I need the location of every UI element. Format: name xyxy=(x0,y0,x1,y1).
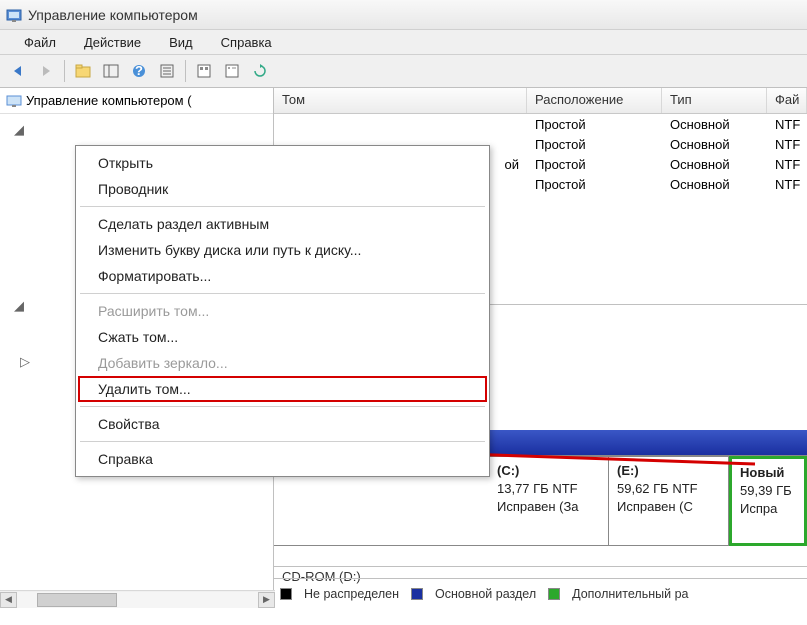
app-icon xyxy=(6,7,22,23)
legend-swatch-extended xyxy=(548,588,560,600)
ctx-change-letter[interactable]: Изменить букву диска или путь к диску... xyxy=(78,237,487,263)
window-title: Управление компьютером xyxy=(28,7,198,23)
ctx-make-active[interactable]: Сделать раздел активным xyxy=(78,211,487,237)
menu-file[interactable]: Файл xyxy=(10,32,70,53)
scroll-left-icon[interactable]: ◀ xyxy=(0,592,17,608)
cell-layout: Простой xyxy=(527,175,662,194)
cell-layout: Простой xyxy=(527,115,662,134)
table-header: Том Расположение Тип Фай xyxy=(274,88,807,114)
legend-swatch-primary xyxy=(411,588,423,600)
context-menu: Открыть Проводник Сделать раздел активны… xyxy=(75,145,490,477)
column-filesystem[interactable]: Фай xyxy=(767,88,807,113)
titlebar: Управление компьютером xyxy=(0,0,807,30)
tree-root-item[interactable]: Управление компьютером ( xyxy=(0,88,273,114)
ctx-open[interactable]: Открыть xyxy=(78,150,487,176)
volume-title: Новый xyxy=(740,465,796,481)
volume-status: Испра xyxy=(740,501,796,517)
details-icon[interactable] xyxy=(155,59,179,83)
ctx-shrink[interactable]: Сжать том... xyxy=(78,324,487,350)
expand-icon[interactable]: ▷ xyxy=(18,354,32,370)
legend: Не распределен Основной раздел Дополните… xyxy=(274,578,807,608)
folder-icon[interactable] xyxy=(71,59,95,83)
ctx-separator xyxy=(80,293,485,294)
menu-action[interactable]: Действие xyxy=(70,32,155,53)
scroll-thumb[interactable] xyxy=(37,593,117,607)
properties-icon[interactable] xyxy=(220,59,244,83)
cell-type: Основной xyxy=(662,115,767,134)
cell-fs: NTF xyxy=(767,155,807,174)
cell-volume xyxy=(274,122,527,126)
ctx-mirror: Добавить зеркало... xyxy=(78,350,487,376)
cell-type: Основной xyxy=(662,155,767,174)
cell-fs: NTF xyxy=(767,115,807,134)
nav-back-icon[interactable] xyxy=(6,59,30,83)
ctx-properties[interactable]: Свойства xyxy=(78,411,487,437)
cell-layout: Простой xyxy=(527,135,662,154)
column-layout[interactable]: Расположение xyxy=(527,88,662,113)
scroll-right-icon[interactable]: ▶ xyxy=(258,592,275,608)
volume-e[interactable]: (E:) 59,62 ГБ NTF Исправен (С xyxy=(609,456,729,546)
legend-swatch-unallocated xyxy=(280,588,292,600)
refresh-icon[interactable] xyxy=(248,59,272,83)
ctx-separator xyxy=(80,406,485,407)
menu-help[interactable]: Справка xyxy=(207,32,286,53)
volume-size: 13,77 ГБ NTF xyxy=(497,481,600,497)
ctx-separator xyxy=(80,441,485,442)
nav-forward-icon[interactable] xyxy=(34,59,58,83)
toolbar-separator xyxy=(185,60,186,82)
toolbar-separator xyxy=(64,60,65,82)
toolbar: ? xyxy=(0,54,807,88)
legend-extended: Дополнительный ра xyxy=(572,587,688,601)
help-icon[interactable]: ? xyxy=(127,59,151,83)
svg-text:?: ? xyxy=(135,63,143,78)
cell-type: Основной xyxy=(662,135,767,154)
cell-layout: Простой xyxy=(527,155,662,174)
cell-fs: NTF xyxy=(767,175,807,194)
list-icon[interactable] xyxy=(192,59,216,83)
ctx-help[interactable]: Справка xyxy=(78,446,487,472)
panel-icon[interactable] xyxy=(99,59,123,83)
column-volume[interactable]: Том xyxy=(274,88,527,113)
volume-new[interactable]: Новый 59,39 ГБ Испра xyxy=(729,456,807,546)
ctx-separator xyxy=(80,206,485,207)
cell-fs: NTF xyxy=(767,135,807,154)
legend-primary: Основной раздел xyxy=(435,587,536,601)
menubar: Файл Действие Вид Справка xyxy=(0,30,807,54)
horizontal-scrollbar[interactable]: ◀ ▶ xyxy=(0,590,275,608)
menu-view[interactable]: Вид xyxy=(155,32,207,53)
volume-status: Исправен (С xyxy=(617,499,720,515)
column-type[interactable]: Тип xyxy=(662,88,767,113)
volume-title: (E:) xyxy=(617,463,720,479)
expand-icon[interactable]: ◢ xyxy=(12,298,26,314)
volume-title: (C:) xyxy=(497,463,600,479)
scroll-track[interactable] xyxy=(17,592,258,608)
ctx-format[interactable]: Форматировать... xyxy=(78,263,487,289)
volume-size: 59,39 ГБ xyxy=(740,483,796,499)
volume-c[interactable]: (C:) 13,77 ГБ NTF Исправен (За xyxy=(489,456,609,546)
ctx-explorer[interactable]: Проводник xyxy=(78,176,487,202)
table-row[interactable]: Простой Основной NTF xyxy=(274,114,807,134)
expand-icon[interactable]: ◢ xyxy=(12,122,26,138)
volume-size: 59,62 ГБ NTF xyxy=(617,481,720,497)
ctx-extend: Расширить том... xyxy=(78,298,487,324)
legend-unallocated: Не распределен xyxy=(304,587,399,601)
tree-root-label: Управление компьютером ( xyxy=(26,93,192,108)
cell-type: Основной xyxy=(662,175,767,194)
computer-icon xyxy=(6,93,22,109)
ctx-delete-volume[interactable]: Удалить том... xyxy=(78,376,487,402)
volume-status: Исправен (За xyxy=(497,499,600,515)
